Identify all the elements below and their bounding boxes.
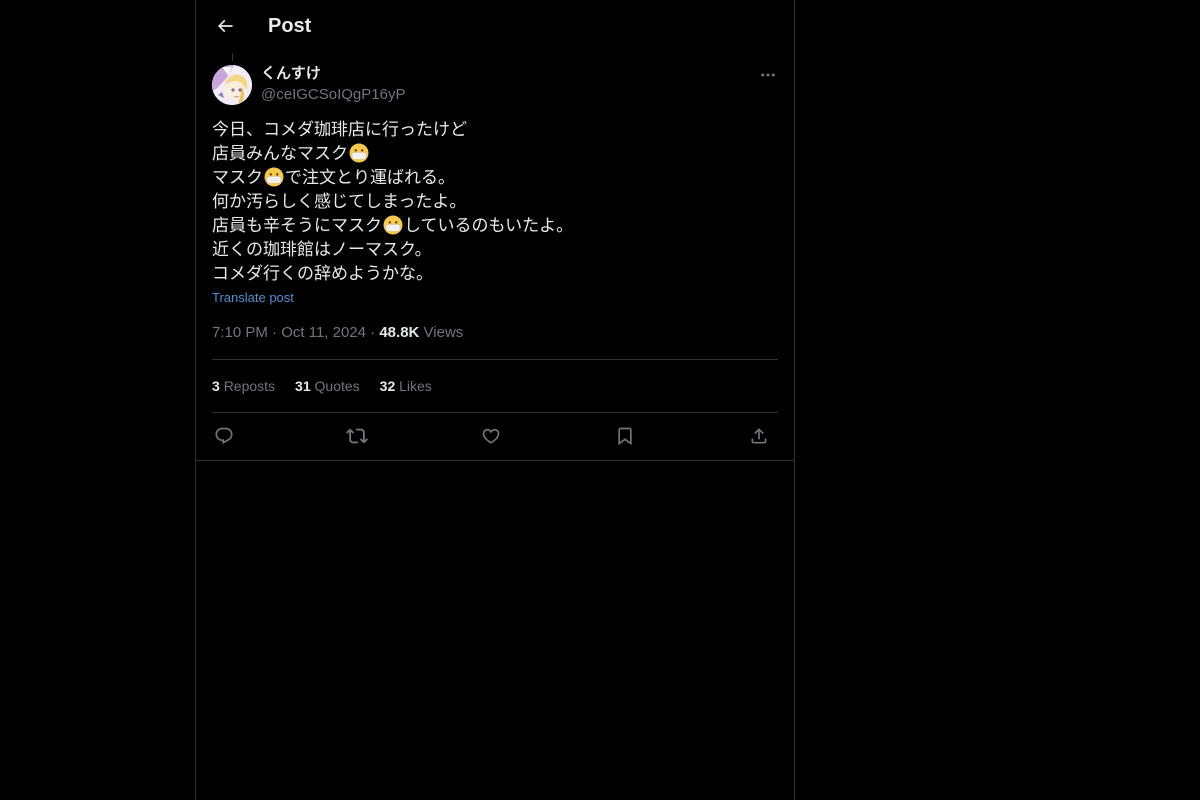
post-line-text: マスク <box>212 168 263 187</box>
quotes-label: Quotes <box>314 378 360 394</box>
reposts-label: Reposts <box>223 378 276 394</box>
quotes-stat[interactable]: 31 Quotes <box>295 377 360 395</box>
back-button[interactable] <box>208 9 242 43</box>
post-line-text: 何か汚らしく感じてしまったよ。 <box>212 192 467 211</box>
heart-icon <box>481 426 501 446</box>
post-bottom-border <box>196 460 794 461</box>
post-line: 店員も辛そうにマスク しているのもいたよ。 <box>212 214 778 238</box>
translate-post-link[interactable]: Translate post <box>212 290 294 306</box>
likes-label: Likes <box>399 378 432 394</box>
share-icon <box>749 426 769 446</box>
post-line: 何か汚らしく感じてしまったよ。 <box>212 190 778 214</box>
post-time[interactable]: 7:10 PM <box>212 324 268 341</box>
engagement-stats: 3 Reposts 31 Quotes 32 Likes <box>212 377 432 395</box>
post-header: Post <box>196 0 794 53</box>
share-button[interactable] <box>747 424 771 448</box>
views-count: 48.8K <box>379 324 420 341</box>
more-options-button[interactable] <box>756 64 780 86</box>
post-line-text: しているのもいたよ。 <box>404 216 574 235</box>
meta-separator: · <box>370 324 376 341</box>
quotes-count: 31 <box>295 378 311 394</box>
arrow-left-icon <box>215 16 235 36</box>
post-text: 今日、コメダ珈琲店に行ったけど 店員みんなマスク マスク で注文とり運ばれる。 何… <box>212 118 778 286</box>
avatar[interactable] <box>212 65 252 105</box>
mask-face-emoji-icon <box>264 167 284 187</box>
bookmark-button[interactable] <box>613 424 637 448</box>
reply-button[interactable] <box>212 424 236 448</box>
repost-icon <box>346 425 368 447</box>
meta-separator: · <box>272 324 278 341</box>
post-metadata: 7:10 PM · Oct 11, 2024 · 48.8K Views <box>212 324 463 342</box>
more-horizontal-icon <box>759 66 777 84</box>
author-display-name[interactable]: くんすけ <box>261 65 321 83</box>
post-line: 近くの珈琲館はノーマスク。 <box>212 238 778 262</box>
bookmark-icon <box>615 426 635 446</box>
likes-count: 32 <box>379 378 396 394</box>
post-line: コメダ行くの辞めようかな。 <box>212 262 778 286</box>
post-actions-bar <box>212 420 778 452</box>
mask-face-emoji-icon <box>349 143 369 163</box>
post-detail-column: Post くんすけ @ceIGCSoIQgP16yP 今日、コメダ珈琲店に行った… <box>195 0 795 800</box>
post-line: 今日、コメダ珈琲店に行ったけど <box>212 118 778 142</box>
post-date[interactable]: Oct 11, 2024 <box>281 324 366 341</box>
post-line-text: 店員も辛そうにマスク <box>212 216 382 235</box>
divider <box>212 359 778 360</box>
post-line: マスク で注文とり運ばれる。 <box>212 166 778 190</box>
likes-stat[interactable]: 32 Likes <box>380 377 432 395</box>
reposts-count: 3 <box>212 378 220 394</box>
page-title: Post <box>268 15 312 37</box>
reply-icon <box>214 426 234 446</box>
reposts-stat[interactable]: 3 Reposts <box>212 377 275 395</box>
post-line-text: 近くの珈琲館はノーマスク。 <box>212 240 432 259</box>
like-button[interactable] <box>479 424 503 448</box>
post-line-text: コメダ行くの辞めようかな。 <box>212 264 433 283</box>
divider <box>212 412 778 413</box>
post-line-text: 今日、コメダ珈琲店に行ったけど <box>212 120 467 139</box>
repost-button[interactable] <box>345 424 369 448</box>
views-label: Views <box>423 324 464 341</box>
author-handle[interactable]: @ceIGCSoIQgP16yP <box>261 86 405 104</box>
post-line-text: で注文とり運ばれる。 <box>285 168 455 187</box>
post-line: 店員みんなマスク <box>212 142 778 166</box>
thread-connector-line <box>232 53 233 61</box>
post-line-text: 店員みんなマスク <box>212 144 348 163</box>
mask-face-emoji-icon <box>383 215 403 235</box>
